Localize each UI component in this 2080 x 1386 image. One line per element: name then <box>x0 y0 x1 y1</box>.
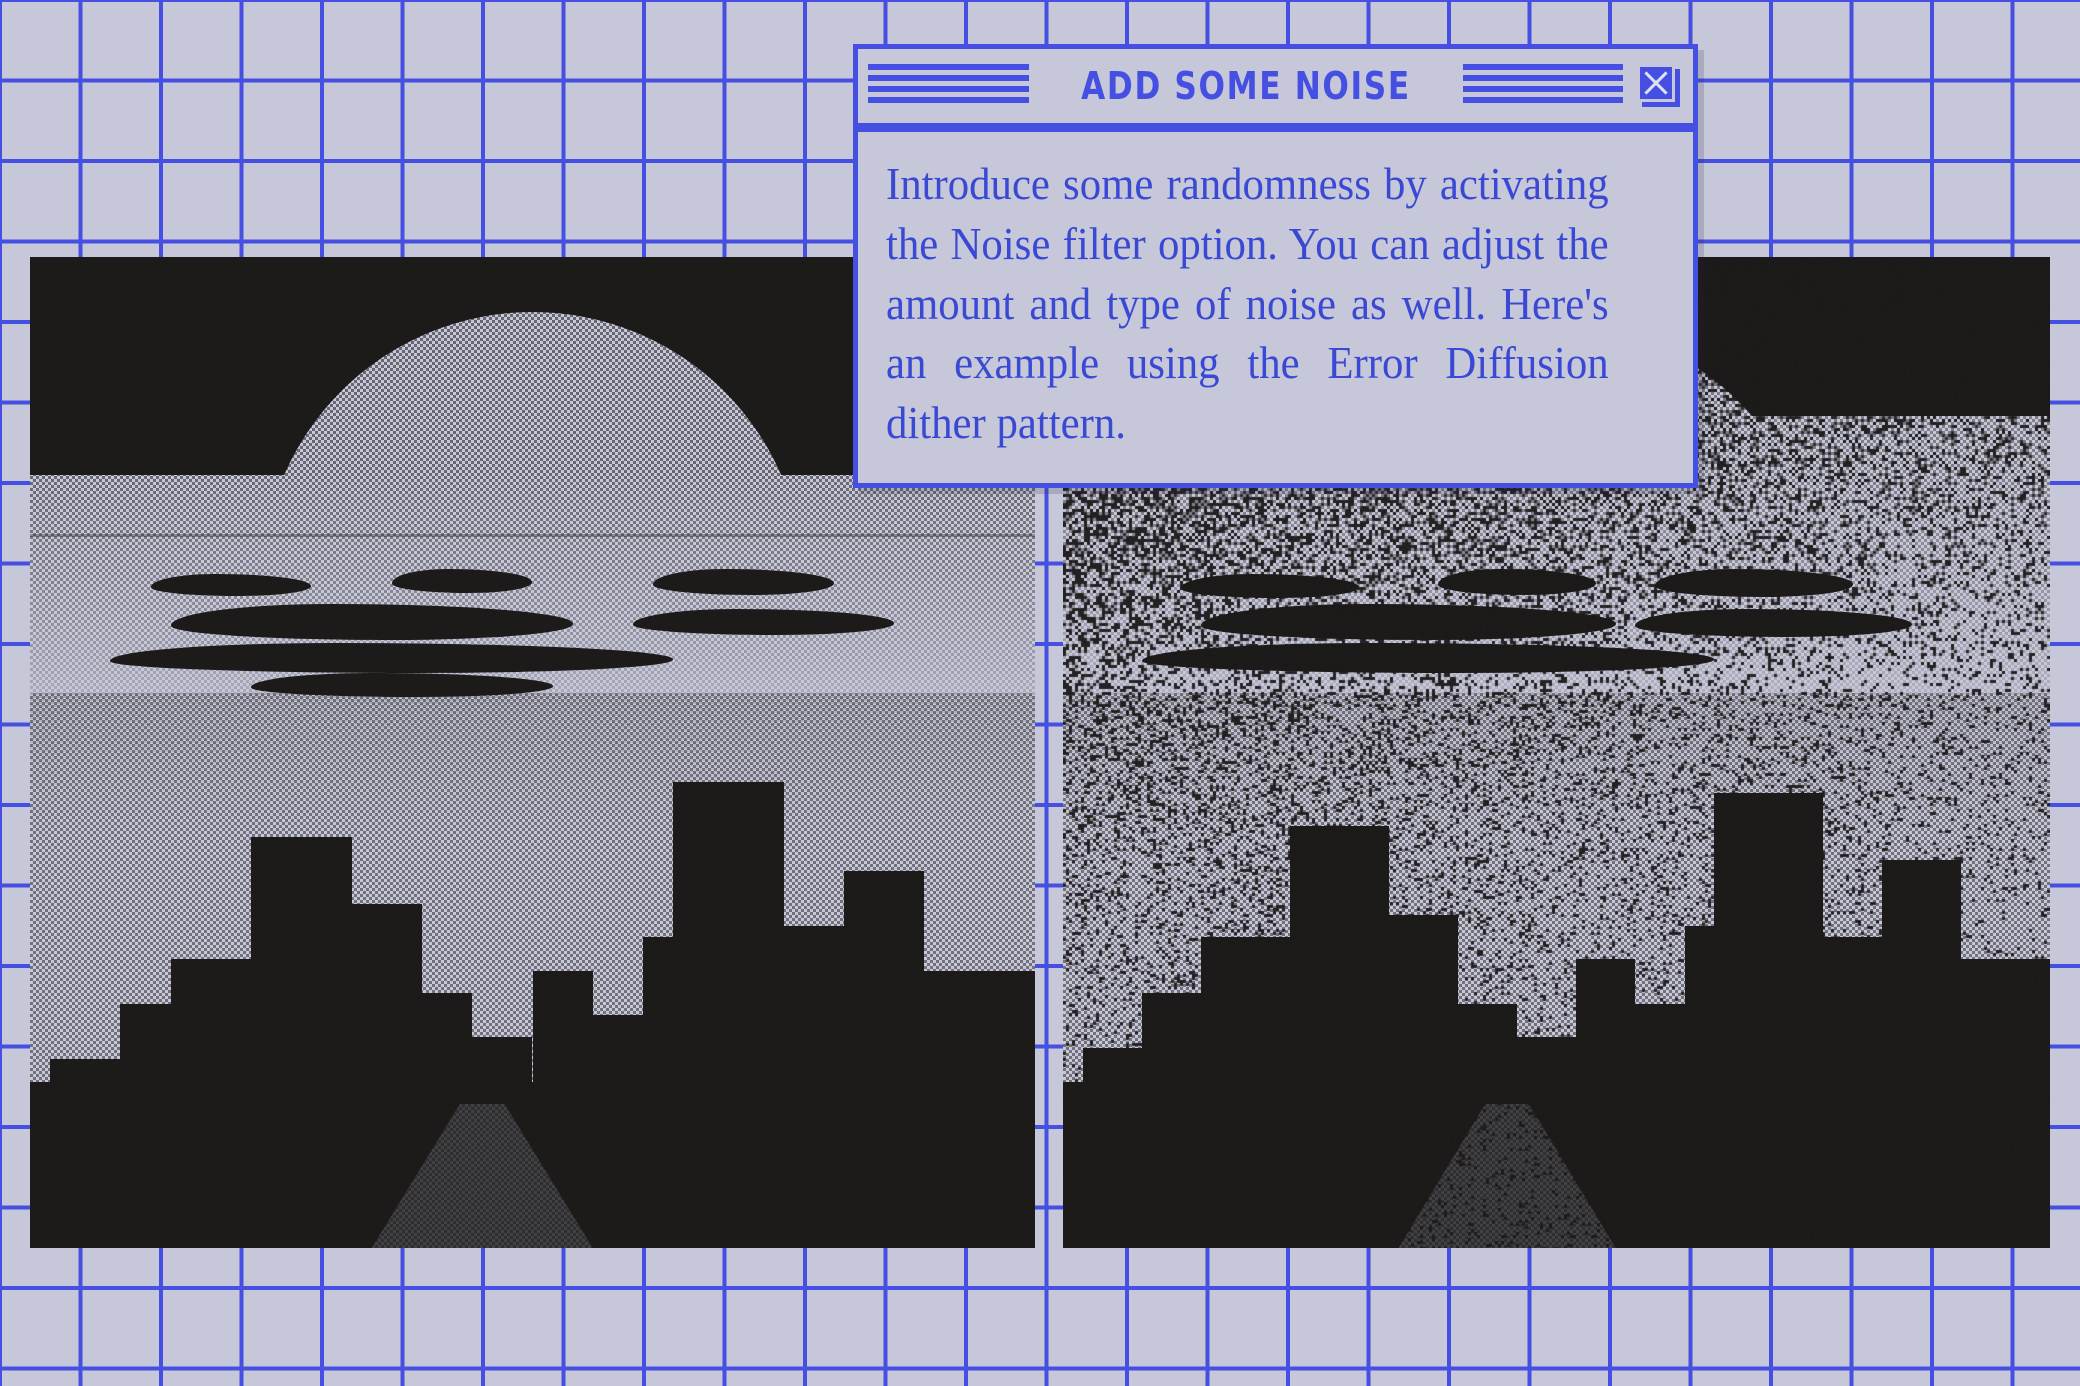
cloud-band <box>110 643 674 674</box>
dialog-body: Introduce some randomness by activating … <box>858 132 1693 483</box>
cloud-band <box>1438 569 1596 595</box>
dialog-titlebar[interactable]: ADD SOME NOISE <box>858 49 1693 132</box>
titlebar-stripes-left <box>868 64 1029 108</box>
screen: NO NOISE <box>0 0 2080 1386</box>
horizon-haze <box>30 534 1035 538</box>
close-button-box <box>1637 64 1676 102</box>
cloud-band <box>1655 569 1853 597</box>
city-silhouette <box>30 693 1035 1248</box>
city-dither-texture <box>30 693 1035 1248</box>
cloud-band <box>391 569 533 593</box>
dialog-body-text: Introduce some randomness by activating … <box>886 158 1609 449</box>
dialog-window[interactable]: ADD SOME NOISE Introduce some randomness… <box>853 44 1698 488</box>
dialog-title: ADD SOME NOISE <box>1080 64 1411 108</box>
cloud-band <box>1141 643 1715 674</box>
city-dither-texture <box>1063 693 2050 1248</box>
cloud-band <box>653 569 834 595</box>
city-silhouette <box>1063 693 2050 1248</box>
titlebar-stripes-right <box>1462 64 1624 108</box>
cloud-band <box>1181 574 1360 598</box>
close-x-icon[interactable] <box>1637 64 1681 108</box>
cloud-band <box>150 574 312 596</box>
